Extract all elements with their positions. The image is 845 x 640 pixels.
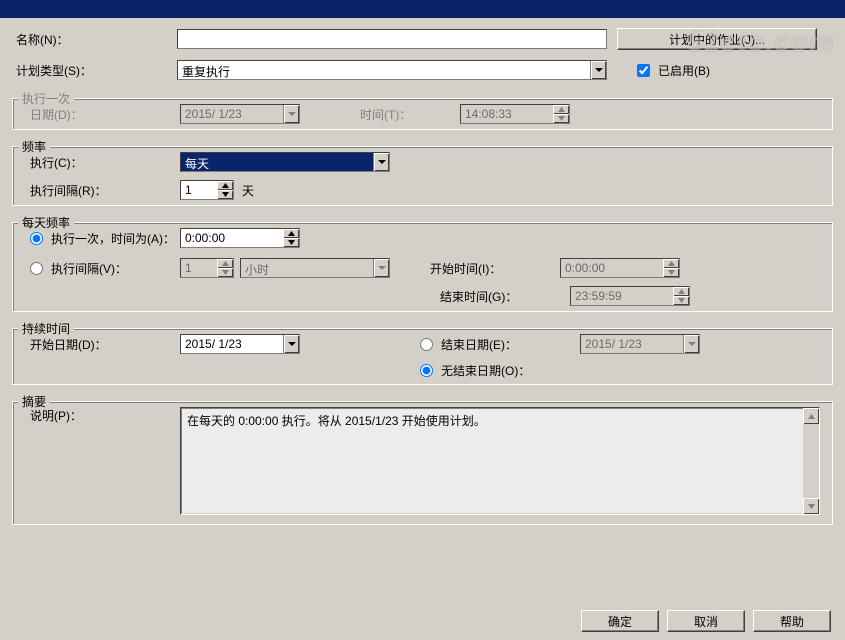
spinner-up-icon: [217, 259, 233, 268]
plan-type-text: 重复执行: [178, 61, 590, 79]
spinner-down-icon: [217, 268, 233, 277]
group-daily-title: 每天频率: [18, 214, 74, 231]
end-time-spinner: 23:59:59: [570, 286, 690, 306]
once-time-text: 14:08:33: [461, 105, 553, 123]
end-date-picker: 2015/ 1/23: [580, 334, 700, 354]
label-end-time: 结束时间(G)：: [440, 288, 570, 305]
execute-select[interactable]: 每天: [180, 152, 390, 172]
once-time-spinner: 14:08:33: [460, 104, 570, 124]
chevron-down-icon: [373, 259, 389, 277]
spinner-down-icon: [663, 268, 679, 277]
group-once-title: 执行一次: [18, 90, 74, 107]
spinner-down-icon: [553, 114, 569, 123]
titlebar: [0, 0, 845, 18]
once-date-picker: 2015/ 1/23: [180, 104, 300, 124]
interval-n-text: 1: [181, 259, 217, 277]
once-at-spinner[interactable]: 0:00:00: [180, 228, 300, 248]
spinner-up-icon: [553, 105, 569, 114]
chevron-down-icon: [683, 335, 699, 353]
enabled-checkbox[interactable]: 已启用(B): [637, 62, 710, 79]
group-summary-title: 摘要: [18, 393, 50, 410]
button-bar: 确定 取消 帮助: [581, 610, 831, 632]
spinner-down-icon[interactable]: [283, 238, 299, 247]
exec-interval-text: 1: [181, 181, 217, 199]
radio-no-end-input[interactable]: [420, 364, 433, 377]
spinner-up-icon[interactable]: [283, 229, 299, 238]
label-once-time: 时间(T)：: [360, 106, 460, 123]
radio-interval-label: 执行间隔(V)：: [51, 260, 127, 277]
chevron-down-icon: [283, 105, 299, 123]
spinner-down-icon: [673, 296, 689, 305]
chevron-down-icon[interactable]: [283, 335, 299, 353]
end-time-text: 23:59:59: [571, 287, 673, 305]
scrollbar[interactable]: [803, 408, 819, 514]
label-execute: 执行(C)：: [20, 154, 180, 171]
jobs-in-plan-button[interactable]: 计划中的作业(J)...: [617, 28, 817, 50]
radio-no-end[interactable]: 无结束日期(O)：: [420, 362, 530, 379]
execute-text: 每天: [181, 153, 373, 171]
end-date-text: 2015/ 1/23: [581, 335, 683, 353]
scroll-down-icon[interactable]: [803, 498, 819, 514]
interval-unit-select: 小时: [240, 258, 390, 278]
group-freq-title: 频率: [18, 138, 50, 155]
once-date-text: 2015/ 1/23: [181, 105, 283, 123]
start-time-spinner: 0:00:00: [560, 258, 680, 278]
summary-textarea[interactable]: 在每天的 0:00:00 执行。将从 2015/1/23 开始使用计划。: [180, 407, 820, 515]
exec-interval-spinner[interactable]: 1: [180, 180, 234, 200]
label-once-date: 日期(D)：: [20, 106, 180, 123]
chevron-down-icon[interactable]: [373, 153, 389, 171]
once-at-text: 0:00:00: [181, 229, 283, 247]
scroll-up-icon[interactable]: [803, 408, 819, 424]
spinner-up-icon: [673, 287, 689, 296]
chevron-down-icon[interactable]: [590, 61, 606, 79]
interval-unit-text: 小时: [241, 259, 373, 277]
start-date-text: 2015/ 1/23: [181, 335, 283, 353]
radio-end-date-label: 结束日期(E)：: [441, 336, 517, 353]
radio-end-date[interactable]: 结束日期(E)：: [420, 336, 580, 353]
radio-no-end-label: 无结束日期(O)：: [441, 362, 530, 379]
label-plan-type: 计划类型(S)：: [12, 62, 177, 79]
radio-once-input[interactable]: [30, 232, 43, 245]
label-start-date: 开始日期(D)：: [20, 336, 180, 353]
cancel-button[interactable]: 取消: [667, 610, 745, 632]
ok-button[interactable]: 确定: [581, 610, 659, 632]
radio-end-date-input[interactable]: [420, 338, 433, 351]
radio-once-label: 执行一次，时间为(A)：: [51, 230, 175, 247]
radio-interval[interactable]: 执行间隔(V)：: [20, 260, 180, 277]
spinner-down-icon[interactable]: [217, 190, 233, 199]
help-button[interactable]: 帮助: [753, 610, 831, 632]
plan-type-select[interactable]: 重复执行: [177, 60, 607, 80]
label-name: 名称(N)：: [12, 31, 177, 48]
radio-interval-input[interactable]: [30, 262, 43, 275]
group-duration-title: 持续时间: [18, 320, 74, 337]
unit-day: 天: [234, 182, 254, 199]
enabled-check-input[interactable]: [637, 64, 650, 77]
start-date-picker[interactable]: 2015/ 1/23: [180, 334, 300, 354]
interval-n-spinner: 1: [180, 258, 234, 278]
enabled-label: 已启用(B): [658, 62, 710, 79]
label-exec-interval: 执行间隔(R)：: [20, 182, 180, 199]
spinner-up-icon: [663, 259, 679, 268]
radio-once-at[interactable]: 执行一次，时间为(A)：: [20, 230, 180, 247]
spinner-up-icon[interactable]: [217, 181, 233, 190]
label-start-time: 开始时间(I)：: [430, 260, 560, 277]
start-time-text: 0:00:00: [561, 259, 663, 277]
name-input[interactable]: [177, 29, 607, 49]
